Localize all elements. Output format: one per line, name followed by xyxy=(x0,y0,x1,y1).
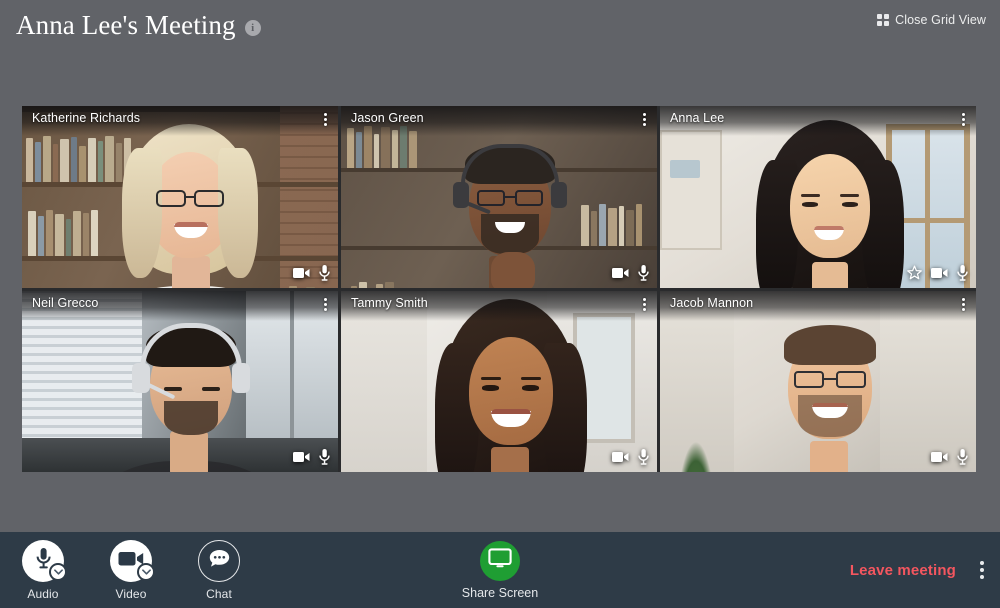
video-tile-jason-green[interactable]: Jason Green xyxy=(341,106,657,288)
participant-video-feed xyxy=(341,106,657,288)
close-grid-view-label: Close Grid View xyxy=(895,13,986,27)
star-icon[interactable] xyxy=(907,265,922,280)
participant-video-feed xyxy=(660,106,976,288)
tile-status-icons xyxy=(293,449,330,465)
more-options-icon[interactable] xyxy=(321,112,330,127)
chat-button-circle[interactable] xyxy=(198,539,240,582)
tile-status-icons xyxy=(907,264,968,281)
toolbar-right-group: Leave meeting xyxy=(850,532,986,608)
toolbar-left-group: Audio Video Chat xyxy=(8,532,254,608)
audio-button-label: Audio xyxy=(27,586,59,601)
page-title: Anna Lee's Meeting xyxy=(16,10,236,40)
participant-video-feed xyxy=(660,290,976,472)
monitor-icon xyxy=(488,547,512,574)
meeting-title-group: Anna Lee's Meeting i xyxy=(16,8,261,42)
microphone-icon[interactable] xyxy=(638,449,649,465)
audio-button[interactable]: Audio xyxy=(8,539,78,601)
video-options-dropdown[interactable] xyxy=(137,562,155,581)
tile-status-icons xyxy=(612,449,649,465)
meeting-toolbar: Audio Video Chat Share Screen Leave meet… xyxy=(0,532,1000,608)
participant-video-feed xyxy=(22,290,338,472)
camera-icon[interactable] xyxy=(612,451,629,463)
tile-status-icons xyxy=(931,449,968,465)
chat-bubble-icon xyxy=(208,548,231,574)
microphone-icon[interactable] xyxy=(638,264,649,281)
camera-icon[interactable] xyxy=(293,451,310,463)
camera-icon[interactable] xyxy=(931,451,948,463)
grid-icon xyxy=(877,14,890,26)
camera-icon[interactable] xyxy=(293,267,310,279)
tile-status-icons xyxy=(293,264,330,281)
microphone-icon[interactable] xyxy=(957,264,968,281)
video-grid: Katherine Richards Jason Green Anna Lee … xyxy=(22,106,976,472)
chat-button[interactable]: Chat xyxy=(184,539,254,601)
more-options-icon[interactable] xyxy=(959,297,968,312)
microphone-icon[interactable] xyxy=(319,264,330,281)
share-screen-button[interactable]: Share Screen xyxy=(461,540,539,600)
more-options-icon[interactable] xyxy=(978,559,986,581)
video-tile-jacob-mannon[interactable]: Jacob Mannon xyxy=(660,290,976,472)
camera-icon[interactable] xyxy=(931,267,948,279)
video-tile-anna-lee[interactable]: Anna Lee xyxy=(660,106,976,288)
audio-options-dropdown[interactable] xyxy=(49,562,67,581)
meeting-header: Anna Lee's Meeting i Close Grid View xyxy=(0,0,1000,52)
microphone-icon[interactable] xyxy=(319,449,330,465)
video-tile-neil-grecco[interactable]: Neil Grecco xyxy=(22,290,338,472)
more-options-icon[interactable] xyxy=(640,297,649,312)
participant-video-feed xyxy=(22,106,338,288)
close-grid-view-button[interactable]: Close Grid View xyxy=(877,13,986,27)
participant-video-feed xyxy=(341,290,657,472)
microphone-icon[interactable] xyxy=(957,449,968,465)
camera-icon[interactable] xyxy=(612,267,629,279)
tile-status-icons xyxy=(612,264,649,281)
chat-button-label: Chat xyxy=(206,586,232,601)
video-button-label: Video xyxy=(115,586,147,601)
video-button[interactable]: Video xyxy=(96,539,166,601)
more-options-icon[interactable] xyxy=(959,112,968,127)
info-icon[interactable]: i xyxy=(244,19,261,36)
leave-meeting-button[interactable]: Leave meeting xyxy=(850,562,956,579)
share-screen-circle[interactable] xyxy=(480,540,520,581)
more-options-icon[interactable] xyxy=(640,112,649,127)
video-tile-tammy-smith[interactable]: Tammy Smith xyxy=(341,290,657,472)
video-tile-katherine-richards[interactable]: Katherine Richards xyxy=(22,106,338,288)
more-options-icon[interactable] xyxy=(321,297,330,312)
share-screen-label: Share Screen xyxy=(461,585,539,600)
